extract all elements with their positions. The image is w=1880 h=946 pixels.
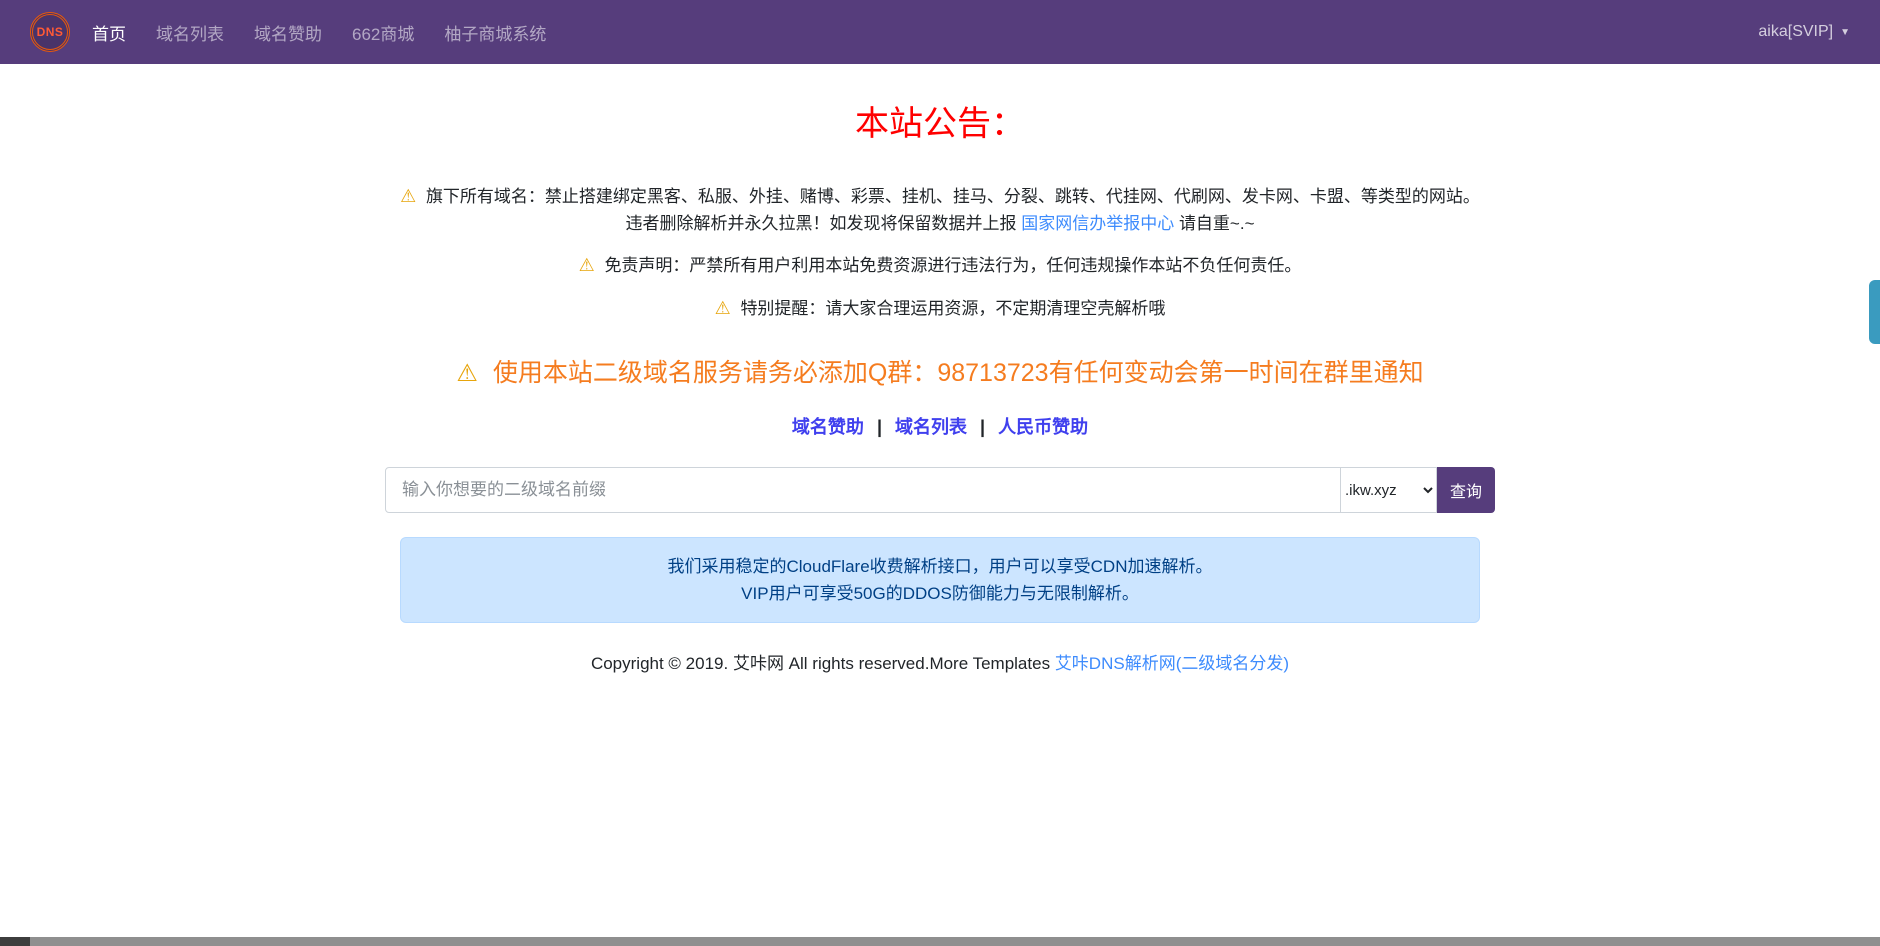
warning-icon: ⚠ <box>400 186 416 206</box>
domain-suffix-select[interactable]: .ikw.xyz <box>1341 467 1437 513</box>
copyright-text: Copyright © 2019. 艾咔网 All rights reserve… <box>591 654 1050 673</box>
bottom-bar-corner <box>0 937 30 946</box>
notice-disclaimer: ⚠ 免责声明：严禁所有用户利用本站免费资源进行违法行为，任何违规操作本站不负任何… <box>392 252 1488 280</box>
warning-icon: ⚠ <box>715 298 731 318</box>
quick-links: 域名赞助 | 域名列表 | 人民币赞助 <box>385 413 1495 439</box>
link-domain-list[interactable]: 域名列表 <box>895 417 967 437</box>
brand-logo[interactable]: DNS <box>30 12 70 52</box>
report-center-link[interactable]: 国家网信办举报中心 <box>1021 214 1174 233</box>
dns-logo-text: DNS <box>37 25 64 39</box>
info-line-2: VIP用户可享受50G的DDOS防御能力与无限制解析。 <box>413 580 1467 607</box>
link-rmb-sponsor[interactable]: 人民币赞助 <box>998 417 1088 437</box>
caret-down-icon: ▼ <box>1840 27 1850 38</box>
bottom-bar <box>0 937 1880 946</box>
notice-domain-rules-suffix: 请自重~.~ <box>1179 214 1255 233</box>
cloudflare-info-box: 我们采用稳定的CloudFlare收费解析接口，用户可以享受CDN加速解析。 V… <box>400 537 1480 623</box>
domain-search-bar: .ikw.xyz 查询 <box>385 467 1495 513</box>
nav-item-662-shop[interactable]: 662商城 <box>352 20 414 45</box>
dns-logo-icon: DNS <box>30 12 70 52</box>
navbar: DNS 首页 域名列表 域名赞助 662商城 柚子商城系统 aika[SVIP]… <box>0 0 1880 64</box>
nav-menu: 首页 域名列表 域名赞助 662商城 柚子商城系统 <box>92 20 546 45</box>
nav-item-home[interactable]: 首页 <box>92 20 126 45</box>
search-button[interactable]: 查询 <box>1437 467 1495 513</box>
notice-reminder: ⚠ 特别提醒：请大家合理运用资源，不定期清理空壳解析哦 <box>392 295 1488 323</box>
nav-item-youzi-shop-system[interactable]: 柚子商城系统 <box>444 20 546 45</box>
nav-item-domain-sponsor[interactable]: 域名赞助 <box>254 20 322 45</box>
link-separator: | <box>980 417 985 437</box>
main-content: 本站公告： ⚠ 旗下所有域名：禁止搭建绑定黑客、私服、外挂、赌博、彩票、挂机、挂… <box>385 96 1495 674</box>
notice-domain-rules: ⚠ 旗下所有域名：禁止搭建绑定黑客、私服、外挂、赌博、彩票、挂机、挂马、分裂、跳… <box>392 183 1488 237</box>
user-menu[interactable]: aika[SVIP] ▼ <box>1758 23 1850 41</box>
footer: Copyright © 2019. 艾咔网 All rights reserve… <box>385 649 1495 674</box>
qq-group-notice-text: 使用本站二级域名服务请务必添加Q群：98713723有任何变动会第一时间在群里通… <box>493 359 1424 387</box>
info-line-1: 我们采用稳定的CloudFlare收费解析接口，用户可以享受CDN加速解析。 <box>413 553 1467 580</box>
qq-group-notice: ⚠ 使用本站二级域名服务请务必添加Q群：98713723有任何变动会第一时间在群… <box>385 353 1495 389</box>
notice-reminder-text: 特别提醒：请大家合理运用资源，不定期清理空壳解析哦 <box>740 299 1165 318</box>
link-separator: | <box>877 417 882 437</box>
nav-item-domain-list[interactable]: 域名列表 <box>156 20 224 45</box>
side-widget-tab[interactable] <box>1869 280 1880 344</box>
notice-disclaimer-text: 免责声明：严禁所有用户利用本站免费资源进行违法行为，任何违规操作本站不负任何责任… <box>604 256 1301 275</box>
link-domain-sponsor[interactable]: 域名赞助 <box>792 417 864 437</box>
footer-link[interactable]: 艾咔DNS解析网(二级域名分发) <box>1055 654 1289 673</box>
user-menu-label: aika[SVIP] <box>1758 23 1833 41</box>
announcement-title: 本站公告： <box>385 96 1495 145</box>
notice-domain-rules-text: 旗下所有域名：禁止搭建绑定黑客、私服、外挂、赌博、彩票、挂机、挂马、分裂、跳转、… <box>426 187 1480 233</box>
warning-icon: ⚠ <box>456 360 478 387</box>
search-input[interactable] <box>385 467 1341 513</box>
warning-icon: ⚠ <box>579 255 595 275</box>
